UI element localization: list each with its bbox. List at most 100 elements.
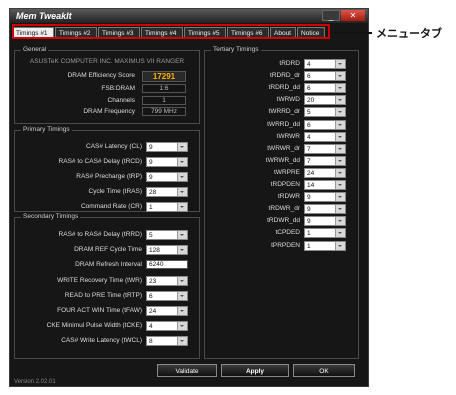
general-group: General ASUSTeK COMPUTER INC. MAXIMUS VI… <box>14 46 200 124</box>
tras-select[interactable]: 28 <box>146 187 188 197</box>
tertiary-timings-group: Tertiary Timings tRDRD 4 tRDRD_dr 6 tRDRD_dd… <box>204 46 359 359</box>
tertiary-select-12[interactable]: 9 <box>304 204 346 215</box>
tertiary-label-5: tWRRD_dd <box>267 120 300 128</box>
general-title: General <box>21 46 49 53</box>
tras-label: Cycle Time (tRAS) <box>88 188 142 195</box>
ok-button[interactable]: OK <box>293 364 355 377</box>
primary-timings-title: Primary Timings <box>21 126 72 133</box>
tertiary-select-4[interactable]: 5 <box>304 107 346 118</box>
dropdown-arrow-icon <box>335 72 345 81</box>
dropdown-arrow-icon <box>335 96 345 105</box>
dropdown-arrow-icon <box>335 217 345 226</box>
cas-latency-select[interactable]: 9 <box>146 142 188 152</box>
tertiary-label-14: tCPDED <box>275 229 300 237</box>
tertiary-label-15: tPRPDEN <box>271 241 300 249</box>
title-bar[interactable]: Mem TweakIt _ ✕ <box>10 9 368 23</box>
tertiary-label-7: tWRWR_dr <box>267 144 300 152</box>
trtp-select[interactable]: 6 <box>146 291 188 301</box>
tertiary-select-6[interactable]: 4 <box>304 131 346 142</box>
menu-tab-highlight <box>12 24 330 39</box>
dram-ref-cycle-select[interactable]: 128 <box>146 245 188 255</box>
callout-line <box>330 32 372 34</box>
trp-select[interactable]: 9 <box>146 172 188 182</box>
dropdown-arrow-icon <box>335 229 345 238</box>
dram-efficiency-score: 17291 <box>142 71 186 82</box>
command-rate-select[interactable]: 1 <box>146 202 188 212</box>
minimize-button[interactable]: _ <box>322 10 340 21</box>
fsb-dram-label: FSB:DRAM <box>101 85 135 92</box>
tertiary-select-1[interactable]: 6 <box>304 71 346 82</box>
tertiary-select-5[interactable]: 6 <box>304 119 346 130</box>
twr-select[interactable]: 23 <box>146 276 188 286</box>
dropdown-arrow-icon <box>335 181 345 189</box>
tertiary-select-10[interactable]: 14 <box>304 180 346 190</box>
secondary-timings-group: Secondary Timings RAS# to RAS# Delay (tR… <box>14 213 200 359</box>
tertiary-label-12: tRDWR_dr <box>268 205 300 213</box>
trcd-select[interactable]: 9 <box>146 157 188 167</box>
tertiary-label-2: tRDRD_dd <box>268 84 300 92</box>
twcl-select[interactable]: 8 <box>146 336 188 346</box>
dropdown-arrow-icon <box>335 108 345 117</box>
twcl-label: CAS# Write Latency (tWCL) <box>61 337 142 344</box>
dram-refresh-interval-label: DRAM Refresh Interval <box>75 261 142 268</box>
tertiary-select-11[interactable]: 9 <box>304 192 346 203</box>
dropdown-arrow-icon <box>177 158 187 166</box>
dropdown-arrow-icon <box>177 307 187 315</box>
tertiary-select-8[interactable]: 7 <box>304 155 346 166</box>
version-label: Version 2.02.01 <box>14 379 56 385</box>
tertiary-select-14[interactable]: 1 <box>304 228 346 239</box>
dropdown-arrow-icon <box>335 205 345 214</box>
apply-button[interactable]: Apply <box>221 364 289 377</box>
channels-value: 1 <box>142 96 186 105</box>
trcd-label: RAS# to CAS# Delay (tRCD) <box>58 158 142 165</box>
dram-ref-cycle-label: DRAM REF Cycle Time <box>74 246 142 253</box>
dropdown-arrow-icon <box>177 231 187 239</box>
tertiary-select-7[interactable]: 7 <box>304 143 346 154</box>
trrd-select[interactable]: 5 <box>146 230 188 240</box>
tertiary-label-4: tWRRD_dr <box>268 108 300 116</box>
tertiary-select-3[interactable]: 20 <box>304 95 346 106</box>
tertiary-select-13[interactable]: 9 <box>304 216 346 227</box>
dropdown-arrow-icon <box>335 60 345 68</box>
validate-button[interactable]: Validate <box>157 364 217 377</box>
tertiary-select-2[interactable]: 6 <box>304 83 346 94</box>
dropdown-arrow-icon <box>335 241 345 250</box>
dropdown-arrow-icon <box>177 292 187 300</box>
dropdown-arrow-icon <box>335 193 345 202</box>
tertiary-label-13: tRDWR_dd <box>267 217 300 225</box>
dropdown-arrow-icon <box>177 277 187 285</box>
tertiary-timings-title: Tertiary Timings <box>211 46 261 53</box>
tertiary-label-9: tWRPRE <box>274 168 300 176</box>
tertiary-label-11: tRDWR <box>277 193 300 201</box>
tertiary-select-15[interactable]: 1 <box>304 240 346 251</box>
trtp-label: READ to PRE Time (tRTP) <box>64 292 142 299</box>
trrd-label: RAS# to RAS# Delay (tRRD) <box>58 231 142 238</box>
dropdown-arrow-icon <box>177 337 187 345</box>
dropdown-arrow-icon <box>177 173 187 181</box>
dropdown-arrow-icon <box>335 168 345 177</box>
tfaw-select[interactable]: 24 <box>146 306 188 316</box>
tcke-select[interactable]: 4 <box>146 321 188 331</box>
dram-refresh-interval-input[interactable]: 6240 <box>146 260 188 269</box>
dram-efficiency-label: DRAM Efficiency Score <box>67 72 135 79</box>
channels-label: Channels <box>107 97 135 104</box>
cas-latency-label: CAS# Latency (CL) <box>86 143 142 150</box>
dram-frequency-value: 799 MHz <box>142 107 186 116</box>
mem-tweakit-window: Mem TweakIt _ ✕ Timings #1 Timings #2 Ti… <box>9 8 369 387</box>
dropdown-arrow-icon <box>177 203 187 211</box>
tertiary-label-8: tWRWR_dd <box>265 156 300 164</box>
dropdown-arrow-icon <box>335 156 345 165</box>
twr-label: WRITE Recovery Time (tWR) <box>57 277 142 284</box>
tertiary-select-9[interactable]: 24 <box>304 167 346 178</box>
tertiary-select-0[interactable]: 4 <box>304 59 346 69</box>
dropdown-arrow-icon <box>335 144 345 153</box>
tertiary-label-10: tRDPDEN <box>270 181 300 188</box>
close-button[interactable]: ✕ <box>341 10 365 21</box>
dropdown-arrow-icon <box>335 84 345 93</box>
dropdown-arrow-icon <box>177 188 187 196</box>
dropdown-arrow-icon <box>177 322 187 330</box>
tertiary-label-1: tRDRD_dr <box>270 72 300 80</box>
window-title: Mem TweakIt <box>16 11 72 21</box>
dropdown-arrow-icon <box>177 143 187 151</box>
dram-frequency-label: DRAM Frequency <box>83 108 135 115</box>
